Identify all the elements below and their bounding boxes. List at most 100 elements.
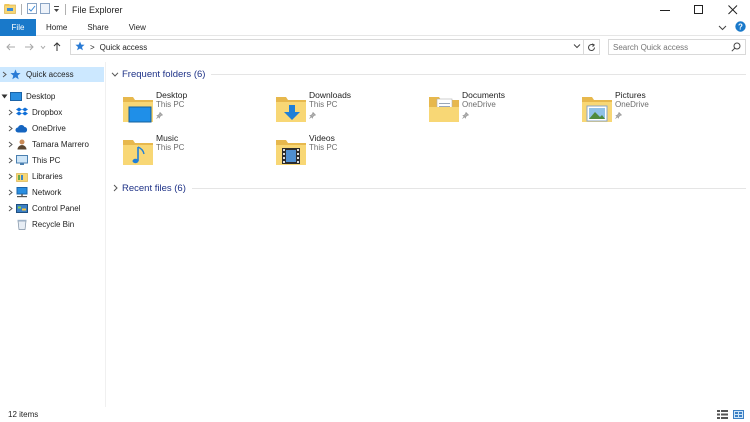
address-row: > Quick access [0, 38, 750, 56]
minimize-button[interactable] [648, 0, 682, 19]
navigation-pane: Quick access Desktop Dropbox OneDrive Ta… [0, 62, 106, 407]
folder-location: This PC [309, 100, 338, 109]
desktop-folder-icon [122, 93, 154, 123]
back-button[interactable] [2, 38, 20, 56]
breadcrumb-separator[interactable]: > [90, 43, 95, 52]
nav-item-label: OneDrive [32, 124, 66, 133]
folder-name: Videos [309, 133, 335, 143]
nav-item-control-panel[interactable]: Control Panel [6, 201, 104, 216]
recycle-bin-icon [15, 219, 28, 230]
maximize-button[interactable] [682, 0, 716, 19]
chevron-down-icon[interactable] [0, 94, 9, 99]
recent-locations-button[interactable] [38, 38, 48, 56]
chevron-down-icon[interactable] [110, 71, 120, 77]
folder-tile-desktop[interactable]: Desktop This PC [108, 89, 258, 131]
search-icon[interactable] [731, 42, 741, 54]
window-controls [648, 0, 750, 19]
nav-item-onedrive[interactable]: OneDrive [6, 121, 104, 136]
pin-icon[interactable] [615, 111, 623, 121]
up-button[interactable] [48, 38, 66, 56]
quick-access-toolbar [0, 3, 68, 16]
tab-home[interactable]: Home [36, 19, 77, 36]
star-icon [9, 69, 22, 80]
nav-item-recycle-bin[interactable]: Recycle Bin [6, 217, 104, 232]
large-icons-view-icon[interactable] [733, 410, 744, 421]
group-header-frequent-folders[interactable]: Frequent folders (6) [110, 67, 746, 81]
control-panel-icon [15, 203, 28, 214]
folder-location: This PC [156, 143, 185, 152]
title-bar: File Explorer [0, 0, 750, 19]
address-dropdown-icon[interactable] [573, 42, 581, 52]
quick-access-star-icon [75, 41, 85, 53]
pictures-folder-icon [581, 93, 613, 123]
chevron-right-icon[interactable] [6, 205, 15, 212]
nav-item-label: This PC [32, 156, 61, 165]
new-folder-icon[interactable] [40, 3, 50, 16]
nav-item-dropbox[interactable]: Dropbox [6, 105, 104, 120]
close-button[interactable] [716, 0, 750, 19]
expand-ribbon-icon[interactable] [718, 23, 727, 33]
status-bar: 12 items [0, 407, 750, 422]
folder-tile-music[interactable]: Music This PC [108, 132, 258, 174]
folder-location: This PC [156, 100, 185, 109]
onedrive-icon [15, 123, 28, 134]
tab-view[interactable]: View [119, 19, 156, 36]
address-bar[interactable]: > Quick access [70, 39, 600, 55]
nav-item-label: Libraries [32, 172, 63, 181]
chevron-right-icon[interactable] [6, 189, 15, 196]
pin-icon[interactable] [156, 111, 164, 121]
group-header-label: Recent files (6) [122, 182, 186, 194]
group-header-recent-files[interactable]: Recent files (6) [110, 181, 746, 195]
view-switcher [717, 410, 744, 421]
pin-icon[interactable] [309, 111, 317, 121]
toolbar-separator [21, 4, 22, 15]
chevron-right-icon[interactable] [6, 125, 15, 132]
chevron-right-icon[interactable] [6, 157, 15, 164]
group-header-label: Frequent folders (6) [122, 68, 206, 80]
tab-file[interactable]: File [0, 18, 36, 36]
nav-item-user[interactable]: Tamara Marrero [6, 137, 104, 152]
customize-toolbar-icon[interactable] [53, 5, 60, 15]
folder-location: This PC [309, 143, 338, 152]
nav-item-desktop[interactable]: Desktop [0, 89, 104, 104]
chevron-right-icon[interactable] [6, 109, 15, 116]
folder-tile-pictures[interactable]: Pictures OneDrive [567, 89, 717, 131]
address-path: > Quick access [75, 41, 147, 53]
desktop-icon [9, 91, 22, 102]
search-box[interactable] [608, 39, 746, 55]
user-icon [15, 139, 28, 150]
forward-button[interactable] [20, 38, 38, 56]
tab-share[interactable]: Share [77, 19, 118, 36]
window-title: File Explorer [72, 4, 123, 15]
svg-text:?: ? [738, 22, 743, 31]
refresh-button[interactable] [583, 40, 599, 54]
chevron-right-icon[interactable] [110, 184, 120, 192]
properties-icon[interactable] [27, 3, 37, 16]
details-view-icon[interactable] [717, 410, 728, 421]
nav-item-network[interactable]: Network [6, 185, 104, 200]
nav-item-libraries[interactable]: Libraries [6, 169, 104, 184]
help-icon[interactable]: ? [735, 21, 746, 34]
libraries-icon [15, 171, 28, 182]
nav-item-this-pc[interactable]: This PC [6, 153, 104, 168]
chevron-right-icon[interactable] [0, 71, 9, 78]
nav-item-label: Dropbox [32, 108, 63, 117]
search-input[interactable] [613, 42, 731, 52]
folder-name: Documents [462, 90, 505, 100]
breadcrumb-location[interactable]: Quick access [100, 43, 148, 52]
nav-item-quick-access[interactable]: Quick access [0, 67, 104, 82]
item-count: 12 items [8, 410, 39, 419]
chevron-right-icon[interactable] [6, 173, 15, 180]
folder-tile-documents[interactable]: Documents OneDrive [414, 89, 564, 131]
nav-item-label: Recycle Bin [32, 220, 75, 229]
content-pane: Frequent folders (6) Desktop This PC Dow… [106, 62, 750, 407]
folder-tile-downloads[interactable]: Downloads This PC [261, 89, 411, 131]
pin-icon[interactable] [462, 111, 470, 121]
chevron-right-icon[interactable] [6, 141, 15, 148]
folder-tile-videos[interactable]: Videos This PC [261, 132, 411, 174]
documents-folder-icon [428, 93, 460, 123]
nav-item-label: Quick access [26, 70, 74, 79]
nav-item-label: Control Panel [32, 204, 81, 213]
group-header-divider [191, 187, 746, 189]
file-explorer-app-icon[interactable] [4, 3, 16, 16]
